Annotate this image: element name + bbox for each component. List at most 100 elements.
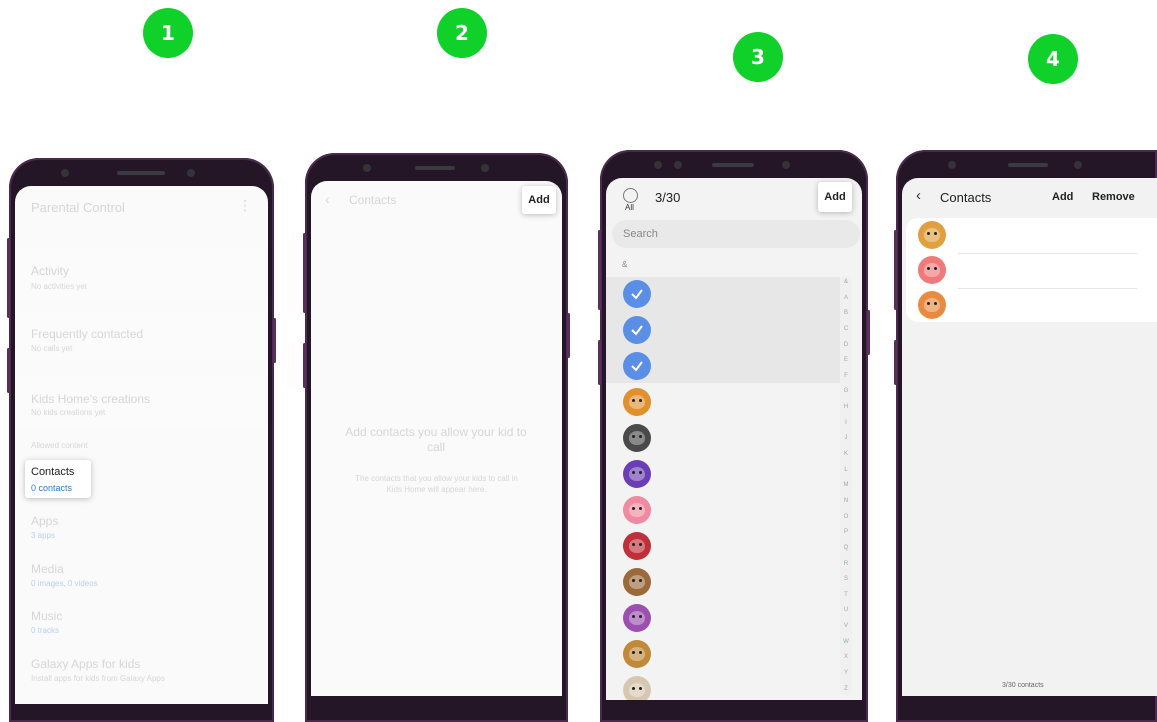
- media-item[interactable]: Media 0 images, 0 videos: [31, 562, 98, 588]
- index-letter[interactable]: I: [845, 420, 847, 426]
- index-letter[interactable]: T: [844, 592, 848, 598]
- phone-2: ‹ Contacts Add Add contacts you allow yo…: [303, 153, 570, 722]
- phone-1: Parental Control ⋮ Activity No activitie…: [7, 158, 276, 722]
- frequently-contacted-row[interactable]: Frequently contacted No calls yet: [15, 311, 268, 361]
- index-letter[interactable]: X: [844, 654, 848, 660]
- activity-row[interactable]: Activity No activities yet: [15, 248, 268, 298]
- remove-button[interactable]: Remove: [1092, 191, 1135, 203]
- index-letter[interactable]: W: [843, 639, 849, 645]
- contact-avatar[interactable]: [623, 604, 651, 632]
- more-vert-icon[interactable]: ⋮: [238, 197, 252, 214]
- animal-face-icon: [629, 611, 645, 625]
- media-sub: 0 images, 0 videos: [31, 579, 98, 588]
- add-button[interactable]: Add: [818, 182, 852, 212]
- contact-avatar[interactable]: [623, 640, 651, 668]
- music-label: Music: [31, 609, 63, 623]
- contacts-footer: 3/30 contacts: [1002, 682, 1044, 689]
- search-placeholder: Search: [623, 228, 658, 240]
- index-letter[interactable]: Q: [844, 545, 849, 551]
- add-button[interactable]: Add: [522, 186, 556, 214]
- music-sub: 0 tracks: [31, 626, 60, 635]
- index-letter[interactable]: J: [845, 435, 848, 441]
- page-title: Contacts: [940, 190, 992, 205]
- index-letter[interactable]: D: [844, 342, 848, 348]
- apps-label: Apps: [31, 514, 59, 528]
- contact-check-1[interactable]: [623, 280, 651, 308]
- select-all-checkbox[interactable]: [623, 188, 638, 203]
- contacts-label: Contacts: [31, 466, 75, 478]
- selection-count: 3/30: [655, 190, 681, 205]
- index-letter[interactable]: A: [844, 295, 848, 301]
- step-badge-1: 1: [143, 8, 193, 58]
- index-letter[interactable]: K: [844, 451, 848, 457]
- step-badge-3: 3: [733, 32, 783, 82]
- apps-sub: 3 apps: [31, 531, 56, 540]
- screen-3: All 3/30 Add Search & & A B C D E F G H I J K L M N O P Q…: [606, 178, 862, 700]
- select-all-label: All: [625, 203, 634, 212]
- alphabet-index[interactable]: & A B C D E F G H I J K L M N O P Q R S T U V W X Y Z: [840, 275, 852, 696]
- index-letter[interactable]: Y: [844, 670, 848, 676]
- phone-4: ‹ Contacts Add Remove 3/30 contacts: [894, 150, 1157, 722]
- contacts-item[interactable]: Contacts 0 contacts: [25, 460, 91, 498]
- animal-face-icon: [629, 467, 645, 481]
- kids-creations-sub: No kids creations yet: [31, 408, 106, 417]
- activity-sub: No activities yet: [31, 282, 88, 291]
- animal-face-icon: [629, 647, 645, 661]
- add-button[interactable]: Add: [1052, 191, 1073, 203]
- page-title: Contacts: [349, 193, 397, 207]
- index-letter[interactable]: S: [844, 576, 848, 582]
- back-icon[interactable]: ‹: [325, 191, 330, 207]
- index-letter[interactable]: O: [844, 514, 849, 520]
- contact-avatar[interactable]: [918, 291, 946, 319]
- empty-title: Add contacts you allow your kid to call: [345, 425, 527, 454]
- index-letter[interactable]: M: [844, 482, 849, 488]
- index-letter[interactable]: N: [844, 498, 848, 504]
- index-letter[interactable]: Z: [844, 686, 848, 692]
- contact-avatar[interactable]: [623, 532, 651, 560]
- index-letter[interactable]: C: [844, 326, 848, 332]
- contact-avatar[interactable]: [623, 496, 651, 524]
- empty-description: The contacts that you allow your kids to…: [355, 474, 518, 494]
- step-badge-4: 4: [1028, 34, 1078, 84]
- screen-1: Parental Control ⋮ Activity No activitie…: [15, 186, 268, 704]
- index-letter[interactable]: H: [844, 404, 848, 410]
- kids-creations-row[interactable]: Kids Home's creations No kids creations …: [15, 376, 268, 426]
- back-icon[interactable]: ‹: [916, 187, 921, 204]
- index-letter[interactable]: B: [844, 310, 848, 316]
- kids-creations-label: Kids Home's creations: [31, 392, 151, 406]
- contact-avatar[interactable]: [623, 676, 651, 700]
- contact-avatar[interactable]: [918, 256, 946, 284]
- contact-check-2[interactable]: [623, 316, 651, 344]
- contacts-count: 0 contacts: [31, 483, 73, 493]
- index-letter[interactable]: U: [844, 607, 848, 613]
- contact-avatar[interactable]: [623, 424, 651, 452]
- index-letter[interactable]: F: [844, 373, 848, 379]
- contact-avatar[interactable]: [623, 460, 651, 488]
- screen-4: ‹ Contacts Add Remove 3/30 contacts: [902, 178, 1157, 696]
- animal-face-icon: [924, 298, 940, 312]
- section-header: Allowed content: [31, 441, 88, 450]
- contact-avatar[interactable]: [623, 388, 651, 416]
- index-letter[interactable]: E: [844, 357, 848, 363]
- contact-avatar[interactable]: [918, 221, 946, 249]
- index-letter[interactable]: &: [844, 279, 848, 285]
- galaxy-apps-item[interactable]: Galaxy Apps for kids Install apps for ki…: [31, 657, 165, 683]
- step-badge-2: 2: [437, 8, 487, 58]
- index-letter[interactable]: P: [844, 529, 848, 535]
- check-icon: [631, 361, 643, 372]
- animal-face-icon: [629, 539, 645, 553]
- index-letter[interactable]: G: [844, 388, 849, 394]
- index-letter[interactable]: R: [844, 561, 848, 567]
- search-input[interactable]: Search: [612, 220, 860, 248]
- index-letter[interactable]: L: [844, 467, 847, 473]
- contact-avatar[interactable]: [623, 568, 651, 596]
- page-title: Parental Control: [31, 200, 125, 215]
- check-icon: [631, 289, 643, 300]
- contact-check-3[interactable]: [623, 352, 651, 380]
- music-item[interactable]: Music 0 tracks: [31, 609, 62, 635]
- index-letter[interactable]: V: [844, 623, 848, 629]
- frequently-contacted-sub: No calls yet: [31, 344, 73, 353]
- phone-3: All 3/30 Add Search & & A B C D E F G H I J K L M N O P Q…: [598, 150, 870, 722]
- apps-item[interactable]: Apps 3 apps: [31, 514, 58, 540]
- media-label: Media: [31, 562, 64, 576]
